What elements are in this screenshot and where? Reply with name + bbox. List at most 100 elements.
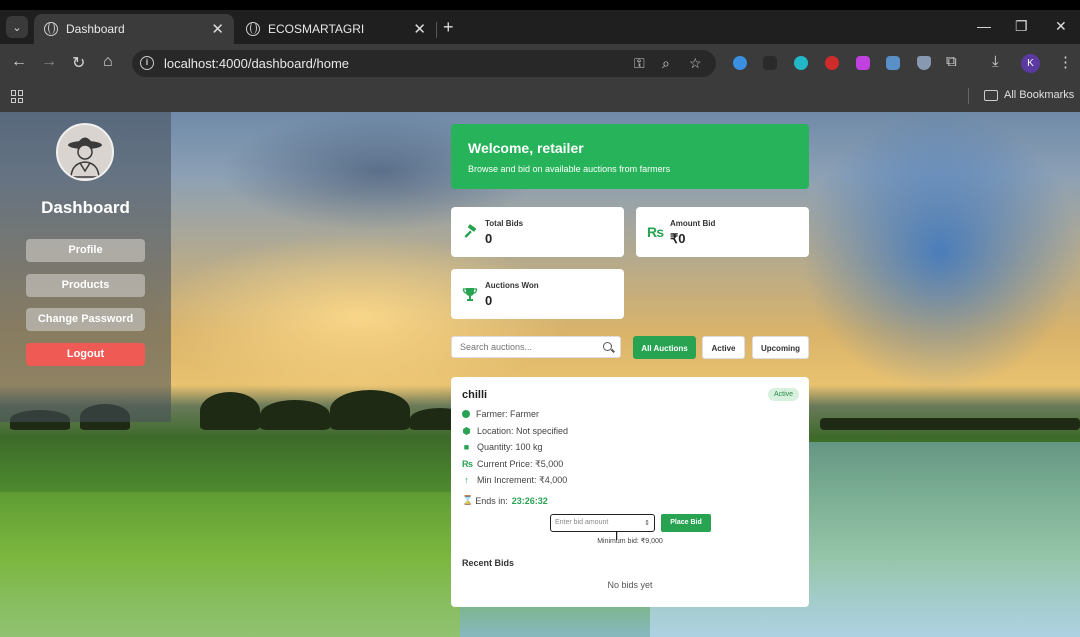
tab-title: Dashboard [66,22,125,36]
extension-icon[interactable] [794,56,808,70]
close-window-button[interactable]: ✕ [1055,18,1067,35]
sidebar-title: Dashboard [41,198,130,217]
stat-auctions-won: Auctions Won 0 [451,269,624,319]
shield-extension-icon[interactable] [917,56,931,70]
logout-button[interactable]: Logout [26,343,145,366]
reload-icon[interactable]: ↻ [72,53,85,73]
bid-placeholder: Enter bid amount [555,519,609,526]
user-icon [462,410,470,418]
all-bookmarks-button[interactable]: All Bookmarks [984,89,1074,101]
bookmarks-separator [968,88,969,104]
forward-icon[interactable]: → [41,53,57,71]
close-tab-icon[interactable]: ✕ [413,20,426,38]
gavel-icon [462,224,478,240]
tab-strip: ⌄ Dashboard ✕ ECOSMARTAGRI ✕ + — ❐ ✕ [0,10,1080,44]
extension-icon[interactable] [856,56,870,70]
background-field [0,492,460,637]
password-key-icon[interactable]: ⚿ [634,55,645,72]
farmer-icon [68,137,102,178]
download-icon[interactable]: ⤓ [992,53,999,70]
globe-icon [246,22,260,36]
tab-title: ECOSMARTAGRI [268,22,365,36]
tab-ecosmartagri[interactable]: ECOSMARTAGRI ✕ [236,14,436,44]
auction-min-increment: ↑ Min Increment: ₹4,000 [462,475,567,486]
extension-icon[interactable] [825,56,839,70]
back-icon[interactable]: ← [11,53,27,71]
welcome-subtext: Browse and bid on available auctions fro… [468,164,671,174]
restore-button[interactable]: ❐ [1015,18,1028,35]
auction-farmer: Farmer: Farmer [462,409,539,419]
new-tab-button[interactable]: + [443,17,454,38]
number-stepper-icon[interactable]: ⇕ [644,516,650,531]
screen-top-edge [0,0,1080,10]
rupee-icon: ₨ [647,224,665,240]
minimum-bid-text: Minimum bid: ₹9,000 [597,538,663,545]
apps-grid-icon[interactable] [11,90,24,103]
welcome-banner: Welcome, retailer Browse and bid on avai… [451,124,809,189]
trophy-icon [462,286,478,302]
current-price-text: Current Price: ₹5,000 [477,459,564,469]
profile-button[interactable]: Profile [26,239,145,262]
address-bar[interactable]: i localhost:4000/dashboard/home ⚿ ⌕ ☆ [132,50,716,77]
minimize-button[interactable]: — [977,18,991,34]
profile-avatar[interactable]: K [1021,54,1040,73]
change-password-button[interactable]: Change Password [26,308,145,331]
auction-current-price: ₨ Current Price: ₹5,000 [462,459,563,470]
extensions-puzzle-icon[interactable]: ⧉ [946,53,957,70]
no-bids-text: No bids yet [607,580,653,590]
tab-search-button[interactable]: ⌄ [6,16,28,38]
tab-dashboard[interactable]: Dashboard ✕ [34,14,234,44]
search-input[interactable] [452,337,592,357]
box-icon: ■ [463,441,470,452]
stat-value: 0 [485,231,493,246]
auction-quantity: ■ Quantity: 100 kg [462,442,543,452]
all-bookmarks-label: All Bookmarks [1004,89,1075,101]
site-info-icon[interactable]: i [140,56,154,70]
folder-icon [984,89,998,101]
tab-separator [436,22,437,38]
bid-amount-input[interactable]: Enter bid amount ⇕ [550,514,655,532]
filter-upcoming[interactable]: Upcoming [752,336,809,359]
auction-card: chilli Active Farmer: Farmer ⬢ Location:… [451,377,809,607]
zoom-icon[interactable]: ⌕ [662,55,670,72]
stat-amount-bid: ₨ Amount Bid ₹0 [636,207,809,257]
close-tab-icon[interactable]: ✕ [211,20,224,38]
menu-kebab-icon[interactable]: ⋮ [1058,53,1073,71]
status-badge: Active [768,388,799,401]
place-bid-button[interactable]: Place Bid [661,514,711,532]
stat-total-bids: Total Bids 0 [451,207,624,257]
filter-active[interactable]: Active [702,336,745,359]
filter-all-auctions[interactable]: All Auctions [633,336,696,359]
ends-label: Ends in: [475,495,508,506]
bookmark-star-icon[interactable]: ☆ [689,55,702,72]
arrow-up-icon: ↑ [464,475,469,485]
hourglass-icon: ⌛ [462,495,474,505]
extension-icon[interactable] [733,56,747,70]
sidebar: Dashboard Profile Products Change Passwo… [0,112,171,422]
search-box [451,336,621,358]
min-increment-text: Min Increment: ₹4,000 [477,475,568,485]
location-pin-icon: ⬢ [462,425,471,436]
url-text: localhost:4000/dashboard/home [164,56,350,71]
welcome-heading: Welcome, retailer [468,140,584,156]
stat-label: Amount Bid [670,219,716,228]
background-sky [800,112,1080,392]
globe-icon [44,22,58,36]
stat-value: ₹0 [670,231,686,246]
location-text: Location: Not specified [477,426,569,436]
browser-toolbar: ← → ↻ ⌂ i localhost:4000/dashboard/home … [0,44,1080,82]
extension-icon[interactable] [886,56,900,70]
auction-location: ⬢ Location: Not specified [462,425,569,436]
recent-bids-title: Recent Bids [462,558,515,568]
text-cursor-icon: I [615,529,619,543]
stat-label: Total Bids [485,219,524,228]
extension-icon[interactable] [763,56,777,70]
farmer-avatar [56,123,114,181]
stat-label: Auctions Won [485,281,539,290]
stat-value: 0 [485,293,493,308]
home-icon[interactable]: ⌂ [103,53,113,71]
products-button[interactable]: Products [26,274,145,297]
page-viewport: Dashboard Profile Products Change Passwo… [0,112,1080,637]
search-icon[interactable] [603,342,612,351]
bookmarks-bar: All Bookmarks [0,82,1080,112]
